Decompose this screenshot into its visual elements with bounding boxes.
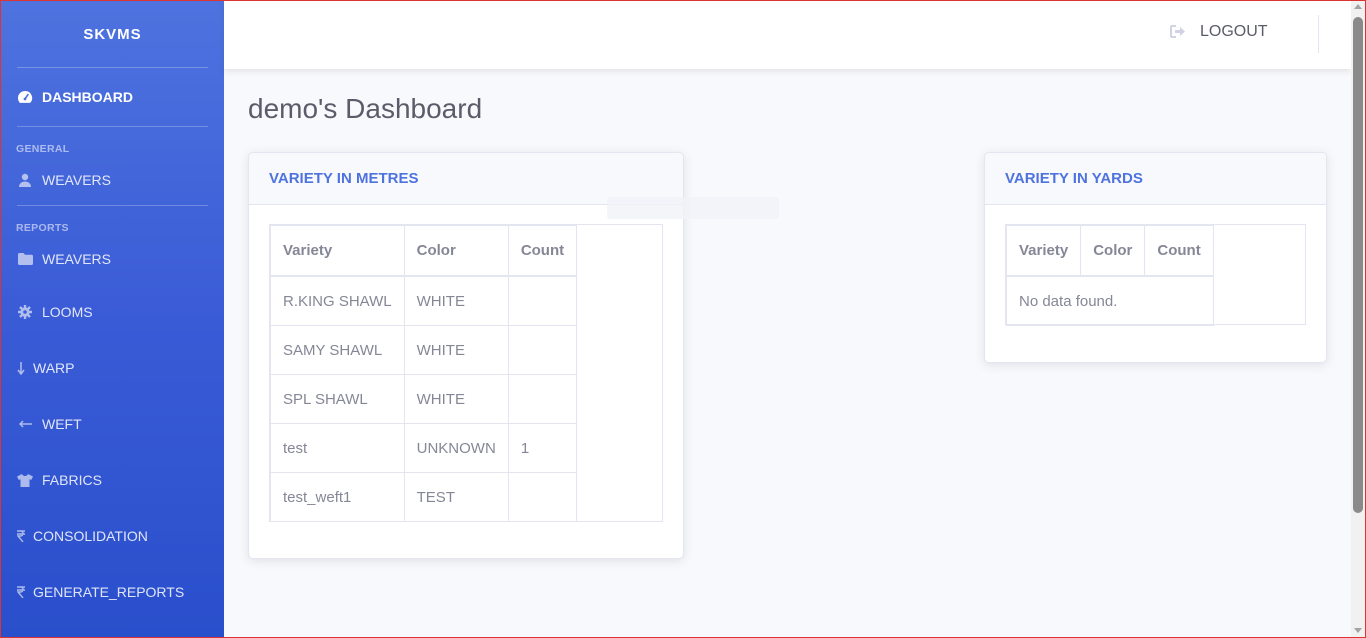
sidebar-item-fabrics[interactable]: FABRICS: [1, 452, 224, 508]
table-row: No data found.: [1006, 275, 1214, 326]
cell-count: [507, 472, 578, 522]
cell-count: [507, 275, 578, 326]
arrow-left-icon: [17, 416, 33, 432]
column-header-color: Color: [403, 225, 509, 277]
scroll-thumb[interactable]: [1353, 17, 1363, 513]
cell-count: [507, 374, 578, 424]
cell-variety: R.KING SHAWL: [270, 275, 405, 326]
sidebar: SKVMS DASHBOARD GENERAL WEAVERS REPORTS …: [1, 1, 224, 637]
sidebar-item-general-weavers[interactable]: WEAVERS: [1, 155, 224, 205]
drag-ghost: [607, 197, 779, 219]
cell-color: WHITE: [403, 325, 509, 375]
cell-variety: SAMY SHAWL: [270, 325, 405, 375]
user-icon: [17, 172, 33, 188]
rupee-icon: [17, 584, 25, 600]
sidebar-heading-reports: REPORTS: [16, 222, 69, 234]
topbar-divider: [1318, 15, 1319, 53]
column-header-color: Color: [1080, 225, 1146, 277]
scroll-up-arrow[interactable]: [1354, 4, 1362, 9]
metres-table: Variety Color Count R.KING SHAWL WHITE S…: [270, 225, 578, 522]
sidebar-item-label: DASHBOARD: [42, 89, 133, 105]
sign-out-icon: [1170, 25, 1186, 39]
sidebar-item-weft[interactable]: WEFT: [1, 396, 224, 452]
table-row: SPL SHAWL WHITE: [270, 374, 578, 424]
sidebar-item-label: GENERATE_REPORTS: [33, 584, 185, 600]
empty-message: No data found.: [1006, 275, 1214, 326]
sidebar-item-label: WEFT: [42, 416, 82, 432]
sidebar-item-generate-reports[interactable]: GENERATE_REPORTS: [1, 564, 224, 620]
sidebar-item-label: FABRICS: [42, 472, 102, 488]
logout-label: LOGOUT: [1200, 23, 1268, 40]
tachometer-icon: [17, 89, 33, 105]
card-title: VARIETY IN YARDS: [985, 153, 1326, 205]
page-scrollbar[interactable]: [1351, 1, 1365, 637]
cell-color: WHITE: [403, 275, 509, 326]
table-row: test UNKNOWN 1: [270, 423, 578, 473]
cell-count: 1: [507, 423, 578, 473]
sidebar-item-label: LOOMS: [42, 304, 93, 320]
sidebar-item-label: WEAVERS: [42, 251, 111, 267]
cell-color: TEST: [403, 472, 509, 522]
sidebar-item-label: WARP: [33, 360, 75, 376]
table-row: SAMY SHAWL WHITE: [270, 325, 578, 375]
table-row: test_weft1 TEST: [270, 472, 578, 522]
tshirt-icon: [17, 472, 33, 488]
table-container: Variety Color Count R.KING SHAWL WHITE S…: [269, 224, 663, 522]
column-header-variety: Variety: [270, 225, 405, 277]
cell-count: [507, 325, 578, 375]
cell-color: WHITE: [403, 374, 509, 424]
sidebar-item-dashboard[interactable]: DASHBOARD: [1, 68, 224, 126]
cell-variety: test: [270, 423, 405, 473]
column-header-count: Count: [507, 225, 578, 277]
column-header-count: Count: [1144, 225, 1214, 277]
brand-logo[interactable]: SKVMS: [1, 1, 224, 67]
sidebar-item-label: CONSOLIDATION: [33, 528, 148, 544]
sidebar-item-warp[interactable]: WARP: [1, 340, 224, 396]
card-variety-yards: VARIETY IN YARDS Variety Color Count No …: [984, 152, 1327, 363]
sidebar-heading-general: GENERAL: [16, 143, 70, 155]
cell-variety: test_weft1: [270, 472, 405, 522]
sidebar-item-looms[interactable]: LOOMS: [1, 284, 224, 340]
table-row: R.KING SHAWL WHITE: [270, 275, 578, 326]
column-header-variety: Variety: [1005, 225, 1082, 277]
arrow-down-icon: [17, 360, 25, 376]
sidebar-item-weavers[interactable]: WEAVERS: [1, 234, 224, 284]
topbar: LOGOUT: [224, 1, 1351, 69]
table-header-row: Variety Color Count: [1005, 225, 1214, 277]
cell-variety: SPL SHAWL: [270, 374, 405, 424]
yards-table: Variety Color Count No data found.: [1005, 225, 1214, 326]
cog-icon: [17, 304, 33, 320]
page-title: demo's Dashboard: [248, 93, 483, 124]
table-header-row: Variety Color Count: [270, 225, 578, 277]
table-container: Variety Color Count No data found.: [1005, 224, 1306, 326]
logout-button[interactable]: LOGOUT: [1170, 1, 1268, 63]
rupee-icon: [17, 528, 25, 544]
folder-icon: [17, 251, 33, 267]
sidebar-item-consolidation[interactable]: CONSOLIDATION: [1, 508, 224, 564]
scroll-down-arrow[interactable]: [1354, 628, 1362, 633]
sidebar-item-label: WEAVERS: [42, 172, 111, 188]
cell-color: UNKNOWN: [403, 423, 509, 473]
